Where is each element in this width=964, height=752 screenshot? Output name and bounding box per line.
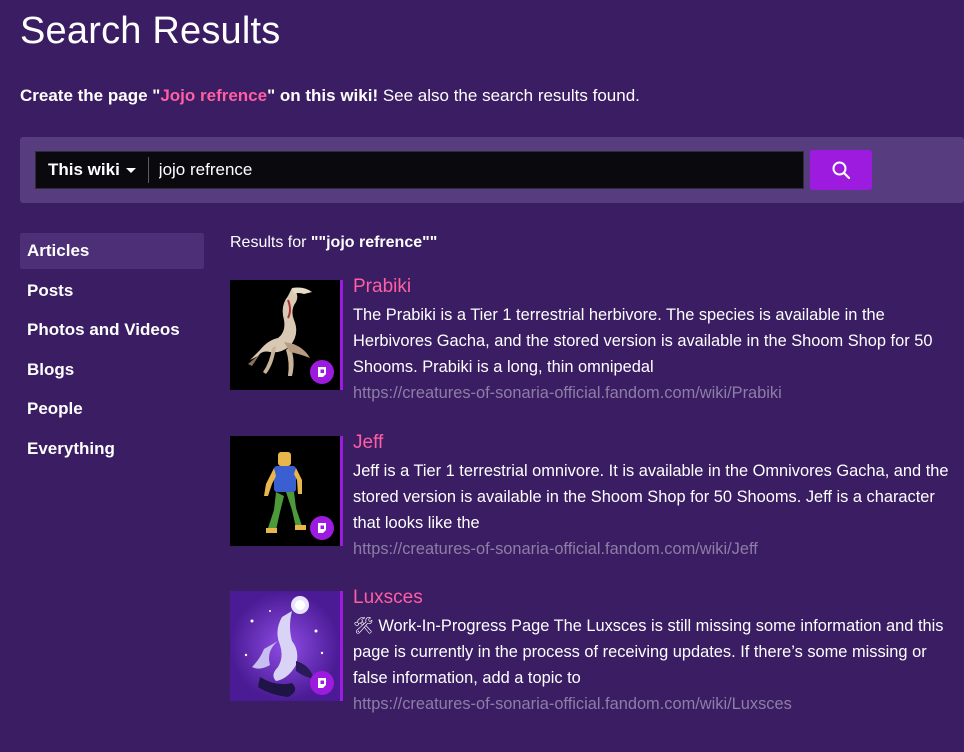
create-suffix: " on this wiki!	[267, 86, 379, 105]
sidebar-item-label: Photos and Videos	[27, 320, 180, 340]
result-url-link[interactable]: https://creatures-of-sonaria-official.fa…	[353, 540, 758, 559]
results-heading-prefix: Results for	[230, 234, 311, 251]
fandom-logo-icon	[310, 516, 334, 540]
result-url-link[interactable]: https://creatures-of-sonaria-official.fa…	[353, 695, 792, 714]
search-result: Luxsces 🛠 Work-In-Progress Page The Luxs…	[230, 587, 964, 731]
result-thumbnail[interactable]	[230, 591, 343, 701]
result-title-link[interactable]: Luxsces	[353, 587, 423, 609]
sidebar-item-label: Articles	[27, 241, 90, 260]
search-scope-label: This wiki	[48, 160, 120, 179]
sidebar-item-posts[interactable]: Posts	[20, 273, 204, 309]
fandom-logo-icon	[310, 360, 334, 384]
result-thumbnail[interactable]	[230, 436, 343, 546]
search-bar-container: This wiki	[20, 137, 964, 203]
result-thumbnail[interactable]	[230, 280, 343, 390]
sidebar-item-people[interactable]: People	[20, 391, 204, 427]
sidebar-item-everything[interactable]: Everything	[20, 431, 204, 467]
search-scope-dropdown[interactable]: This wiki	[36, 152, 148, 188]
results-heading-query: ""jojo refrence""	[310, 234, 438, 251]
result-snippet: Jeff is a Tier 1 terrestrial omnivore. I…	[353, 462, 949, 532]
create-page-notice: Create the page "Jojo refrence" on this …	[20, 86, 640, 106]
create-prefix: Create the page "	[20, 86, 161, 105]
result-url-link[interactable]: https://creatures-of-sonaria-official.fa…	[353, 384, 782, 403]
search-filter-sidebar: Articles Posts Photos and Videos Blogs P…	[20, 233, 204, 471]
search-icon	[832, 161, 851, 180]
caret-down-icon	[125, 167, 136, 173]
sidebar-item-label: People	[27, 399, 83, 419]
sidebar-item-label: Blogs	[27, 359, 75, 379]
search-box: This wiki	[35, 151, 804, 189]
result-snippet: 🛠 Work-In-Progress Page The Luxsces is s…	[353, 617, 944, 687]
page-title: Search Results	[20, 10, 281, 52]
result-snippet: The Prabiki is a Tier 1 terrestrial herb…	[353, 306, 933, 376]
sidebar-item-photos-videos[interactable]: Photos and Videos	[20, 312, 204, 348]
results-heading: Results for ""jojo refrence""	[230, 234, 437, 252]
create-tail: See also the search results found.	[378, 86, 640, 105]
search-button[interactable]	[810, 150, 872, 190]
result-title-link[interactable]: Jeff	[353, 432, 383, 454]
sidebar-item-label: Everything	[27, 438, 115, 458]
sidebar-item-blogs[interactable]: Blogs	[20, 352, 204, 388]
sidebar-item-label: Posts	[27, 280, 74, 300]
fandom-logo-icon	[310, 671, 334, 695]
search-result: Prabiki The Prabiki is a Tier 1 terrestr…	[230, 276, 964, 420]
search-input[interactable]	[148, 152, 803, 188]
sidebar-item-articles[interactable]: Articles	[20, 233, 204, 269]
search-result: Jeff Jeff is a Tier 1 terrestrial omnivo…	[230, 432, 964, 576]
result-title-link[interactable]: Prabiki	[353, 276, 411, 298]
create-page-link[interactable]: Jojo refrence	[160, 86, 267, 105]
